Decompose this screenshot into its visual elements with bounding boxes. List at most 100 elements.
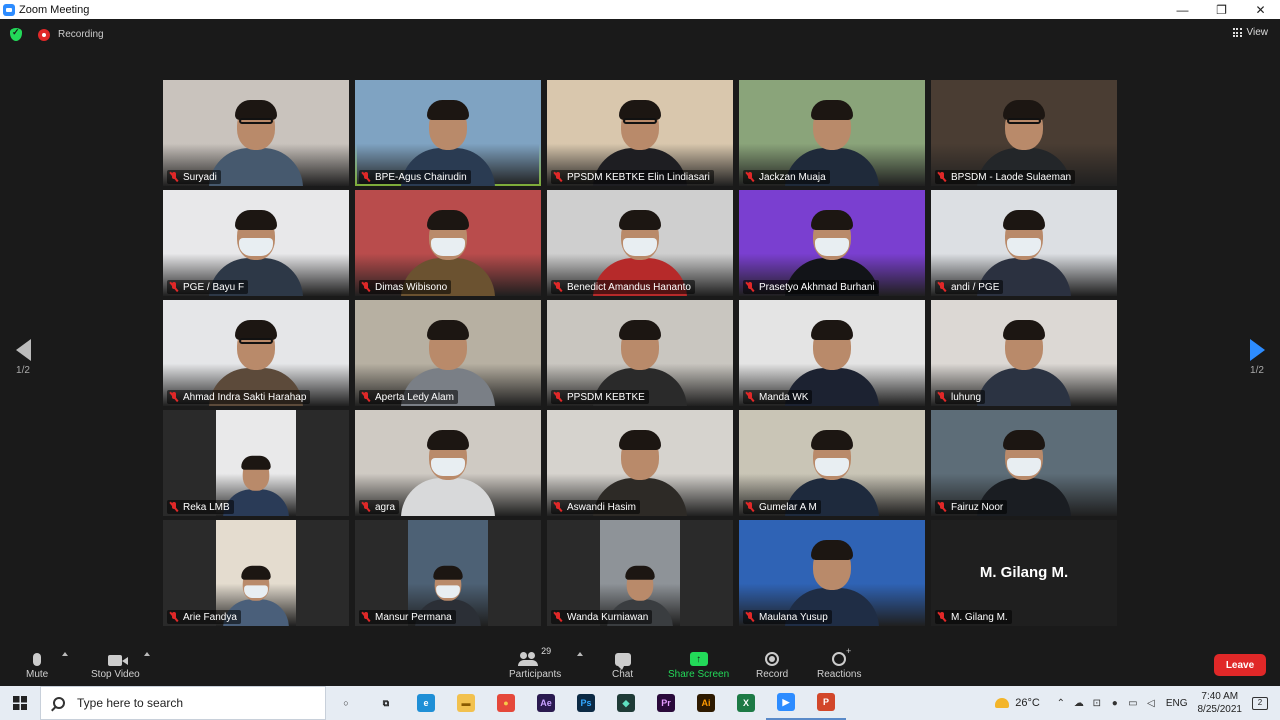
participants-options-caret[interactable] bbox=[577, 652, 583, 656]
windows-logo-icon bbox=[13, 696, 27, 710]
video-tile[interactable]: Aswandi Hasim bbox=[547, 410, 733, 516]
video-tile[interactable]: Gumelar A M bbox=[739, 410, 925, 516]
participant-name-tag: Reka LMB bbox=[167, 500, 234, 514]
participant-name-tag: Aperta Ledy Alam bbox=[359, 390, 458, 404]
video-tile[interactable]: Fairuz Noor bbox=[931, 410, 1117, 516]
mic-muted-icon bbox=[745, 282, 755, 292]
microphone-tray-icon[interactable]: ● bbox=[1106, 698, 1124, 709]
file-explorer-icon: ▬ bbox=[457, 694, 475, 712]
chrome-icon: ● bbox=[497, 694, 515, 712]
taskbar-excel-button[interactable]: X bbox=[726, 686, 766, 720]
video-tile[interactable]: BPE-Agus Chairudin bbox=[355, 80, 541, 186]
participant-name-tag: Wanda Kurniawan bbox=[551, 610, 653, 624]
taskbar-filmora-button[interactable]: ◆ bbox=[606, 686, 646, 720]
video-tile[interactable]: PGE / Bayu F bbox=[163, 190, 349, 296]
chat-bubble-icon bbox=[614, 653, 631, 670]
usb-icon[interactable]: ⊡ bbox=[1088, 698, 1106, 709]
search-placeholder: Type here to search bbox=[77, 696, 184, 710]
video-camera-icon bbox=[108, 655, 129, 666]
video-tile[interactable]: M. Gilang M. M. Gilang M. bbox=[931, 520, 1117, 626]
taskbar-zoom-button[interactable]: ▶ bbox=[766, 686, 806, 720]
edge-icon: e bbox=[417, 694, 435, 712]
mic-muted-icon bbox=[745, 612, 755, 622]
participant-name-tag: luhung bbox=[935, 390, 986, 404]
chat-button[interactable]: Chat bbox=[612, 646, 633, 680]
participant-name-tag: PPSDM KEBTKE bbox=[551, 390, 649, 404]
clock[interactable]: 7:40 AM 8/25/2021 bbox=[1198, 690, 1243, 716]
video-tile[interactable]: agra bbox=[355, 410, 541, 516]
video-options-caret[interactable] bbox=[144, 652, 150, 656]
video-tile[interactable]: Dimas Wibisono bbox=[355, 190, 541, 296]
mic-muted-icon bbox=[937, 172, 947, 182]
video-tile[interactable]: Reka LMB bbox=[163, 410, 349, 516]
taskbar-cortana-button[interactable]: ○ bbox=[326, 686, 366, 720]
video-tile[interactable]: Suryadi bbox=[163, 80, 349, 186]
video-tile[interactable]: Mansur Permana bbox=[355, 520, 541, 626]
powerpoint-icon: P bbox=[817, 693, 835, 711]
video-tile[interactable]: Aperta Ledy Alam bbox=[355, 300, 541, 406]
search-input[interactable]: Type here to search bbox=[40, 686, 326, 720]
record-button[interactable]: Record bbox=[756, 646, 788, 680]
participant-video-avatar bbox=[969, 318, 1079, 406]
stop-video-button[interactable]: Stop Video bbox=[91, 646, 140, 680]
weather-icon[interactable] bbox=[995, 698, 1010, 708]
video-tile[interactable]: Maulana Yusup bbox=[739, 520, 925, 626]
video-tile[interactable]: luhung bbox=[931, 300, 1117, 406]
taskbar-premiere-button[interactable]: Pr bbox=[646, 686, 686, 720]
taskbar-task-view-button[interactable]: ⧉ bbox=[366, 686, 406, 720]
video-tile[interactable]: Ahmad Indra Sakti Harahap bbox=[163, 300, 349, 406]
taskbar-edge-button[interactable]: e bbox=[406, 686, 446, 720]
video-tile[interactable]: Wanda Kurniawan bbox=[547, 520, 733, 626]
reactions-label: Reactions bbox=[817, 669, 862, 680]
video-tile[interactable]: Manda WK bbox=[739, 300, 925, 406]
mute-button[interactable]: Mute bbox=[26, 646, 48, 680]
taskbar-photoshop-button[interactable]: Ps bbox=[566, 686, 606, 720]
participant-name-tag: Mansur Permana bbox=[359, 610, 456, 624]
video-tile[interactable]: Arie Fandya bbox=[163, 520, 349, 626]
grid-view-icon bbox=[1232, 28, 1242, 37]
leave-button[interactable]: Leave bbox=[1214, 654, 1266, 676]
participant-name-tag: BPE-Agus Chairudin bbox=[359, 170, 471, 184]
minimize-button[interactable]: — bbox=[1163, 0, 1202, 19]
next-page-button[interactable]: 1/2 bbox=[1242, 339, 1272, 376]
volume-icon[interactable]: ◁ bbox=[1142, 698, 1160, 709]
start-button[interactable] bbox=[0, 686, 40, 720]
filmora-icon: ◆ bbox=[617, 694, 635, 712]
share-screen-button[interactable]: ↑ Share Screen bbox=[668, 646, 729, 680]
maximize-button[interactable]: ❐ bbox=[1202, 0, 1241, 19]
taskbar-illustrator-button[interactable]: Ai bbox=[686, 686, 726, 720]
encryption-shield-icon[interactable] bbox=[10, 27, 22, 41]
temperature[interactable]: 26°C bbox=[1015, 697, 1040, 709]
view-button[interactable]: View bbox=[1232, 27, 1268, 38]
video-tile[interactable]: Benedict Amandus Hananto bbox=[547, 190, 733, 296]
microphone-icon bbox=[33, 653, 42, 666]
video-tile[interactable]: BPSDM - Laode Sulaeman bbox=[931, 80, 1117, 186]
taskbar-chrome-button[interactable]: ● bbox=[486, 686, 526, 720]
video-tile[interactable]: Prasetyo Akhmad Burhani bbox=[739, 190, 925, 296]
participants-button[interactable]: 29 Participants bbox=[509, 646, 561, 680]
onedrive-icon[interactable]: ☁ bbox=[1070, 698, 1088, 709]
video-tile[interactable]: Jackzan Muaja bbox=[739, 80, 925, 186]
after-effects-icon: Ae bbox=[537, 694, 555, 712]
mic-muted-icon bbox=[169, 502, 179, 512]
battery-icon[interactable]: ▭ bbox=[1124, 698, 1142, 709]
participant-name-tag: Maulana Yusup bbox=[743, 610, 832, 624]
notifications-icon[interactable]: 2 bbox=[1252, 696, 1268, 710]
video-tile[interactable]: PPSDM KEBTKE bbox=[547, 300, 733, 406]
mic-muted-icon bbox=[553, 282, 563, 292]
recording-icon[interactable] bbox=[38, 28, 50, 41]
language-indicator[interactable]: ENG bbox=[1166, 698, 1188, 709]
video-tile[interactable]: andi / PGE bbox=[931, 190, 1117, 296]
video-tile[interactable]: PPSDM KEBTKE Elin Lindiasari bbox=[547, 80, 733, 186]
reactions-button[interactable]: Reactions bbox=[817, 646, 861, 680]
previous-page-button[interactable]: 1/2 bbox=[8, 339, 38, 376]
close-window-button[interactable]: ✕ bbox=[1241, 0, 1280, 19]
taskbar-after-effects-button[interactable]: Ae bbox=[526, 686, 566, 720]
audio-options-caret[interactable] bbox=[62, 652, 68, 656]
excel-icon: X bbox=[737, 694, 755, 712]
chevron-up-icon[interactable]: ⌃ bbox=[1052, 698, 1070, 709]
participant-name: Dimas Wibisono bbox=[375, 281, 448, 293]
taskbar-powerpoint-button[interactable]: P bbox=[806, 686, 846, 720]
taskbar-file-explorer-button[interactable]: ▬ bbox=[446, 686, 486, 720]
participant-name-tag: andi / PGE bbox=[935, 280, 1004, 294]
